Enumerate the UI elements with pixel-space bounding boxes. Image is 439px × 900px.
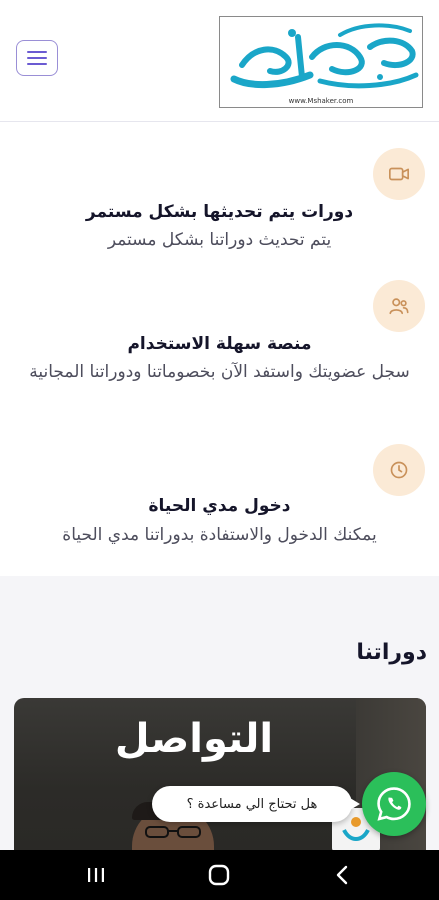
logo-url-text: www.Mshaker.com <box>288 97 354 105</box>
feature-title: دورات يتم تحديثها بشكل مستمر <box>85 202 354 222</box>
feature-updated-courses: دورات يتم تحديثها بشكل مستمر يتم تحديث د… <box>0 148 439 288</box>
home-button[interactable] <box>189 850 249 900</box>
feature-description: يتم تحديث دوراتنا بشكل مستمر <box>107 230 332 250</box>
clock-icon <box>373 444 425 496</box>
whatsapp-button[interactable] <box>362 772 426 836</box>
menu-line <box>27 51 47 53</box>
glasses-icon <box>145 826 201 838</box>
back-chevron-icon <box>336 865 348 885</box>
feature-title: منصة سهلة الاستخدام <box>127 334 312 354</box>
whatsapp-icon <box>377 787 411 821</box>
features-section: دورات يتم تحديثها بشكل مستمر يتم تحديث د… <box>0 122 439 576</box>
feature-description: يمكنك الدخول والاستفادة بدوراتنا مدي الح… <box>62 525 377 545</box>
feature-easy-platform: منصة سهلة الاستخدام سجل عضويتك واستفد ال… <box>0 280 439 430</box>
recent-apps-icon <box>88 868 104 882</box>
help-bubble[interactable]: هل تحتاج الي مساعدة ؟ <box>152 786 360 822</box>
feature-description: سجل عضويتك واستفد الآن بخصوماتنا ودوراتن… <box>29 362 410 382</box>
back-button[interactable] <box>312 850 372 900</box>
header: www.Mshaker.com <box>0 0 439 122</box>
system-navigation-bar <box>0 850 439 900</box>
site-logo[interactable]: www.Mshaker.com <box>219 16 423 108</box>
course-card-title: التواصل <box>114 716 274 762</box>
courses-section-title: دوراتنا <box>356 640 427 665</box>
feature-title: دخول مدي الحياة <box>148 496 291 516</box>
recent-apps-button[interactable] <box>66 850 126 900</box>
home-icon <box>208 864 230 886</box>
menu-line <box>27 57 47 59</box>
hamburger-menu-button[interactable] <box>16 40 58 76</box>
logo-calligraphy-icon <box>230 23 419 89</box>
users-icon <box>373 280 425 332</box>
feature-lifetime-access: دخول مدي الحياة يمكنك الدخول والاستفادة … <box>0 444 439 574</box>
course-card[interactable]: التواصل <box>14 698 426 850</box>
video-icon <box>373 148 425 200</box>
menu-line <box>27 63 47 65</box>
